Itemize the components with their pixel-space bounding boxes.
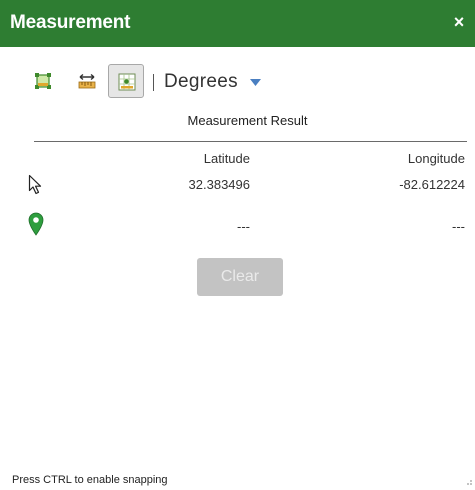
cursor-latitude-value: 32.383496 <box>188 177 250 192</box>
marker-latitude-value: --- <box>237 219 250 234</box>
area-icon <box>35 73 51 89</box>
marker-longitude-value: --- <box>452 219 465 234</box>
location-tool-button[interactable] <box>108 64 144 98</box>
close-button[interactable]: × <box>450 12 468 32</box>
distance-icon <box>78 73 96 89</box>
map-pin-icon <box>28 212 44 236</box>
unit-selected-value: Degrees <box>164 71 238 92</box>
caret-down-icon <box>250 79 261 86</box>
result-header: Measurement Result <box>187 113 308 128</box>
area-tool-button[interactable] <box>28 66 58 96</box>
snapping-hint: Press CTRL to enable snapping <box>12 474 168 486</box>
cursor-longitude-value: -82.612224 <box>399 177 465 192</box>
result-divider <box>34 141 467 142</box>
resize-grip-icon[interactable] <box>463 478 473 488</box>
location-icon <box>118 73 136 91</box>
measurement-panel: Measurement × Degrees Measurement Result… <box>0 0 475 490</box>
distance-tool-button[interactable] <box>72 66 102 96</box>
measurement-toolbar: Degrees <box>0 60 475 104</box>
longitude-column-header: Longitude <box>407 151 465 166</box>
clear-button[interactable]: Clear <box>197 258 283 296</box>
panel-title: Measurement <box>10 12 131 33</box>
title-bar[interactable]: Measurement × <box>0 0 475 47</box>
latitude-column-header: Latitude <box>203 151 250 166</box>
mouse-cursor-icon <box>28 174 42 195</box>
unit-dropdown[interactable]: Degrees <box>164 70 261 94</box>
toolbar-separator <box>153 74 154 91</box>
